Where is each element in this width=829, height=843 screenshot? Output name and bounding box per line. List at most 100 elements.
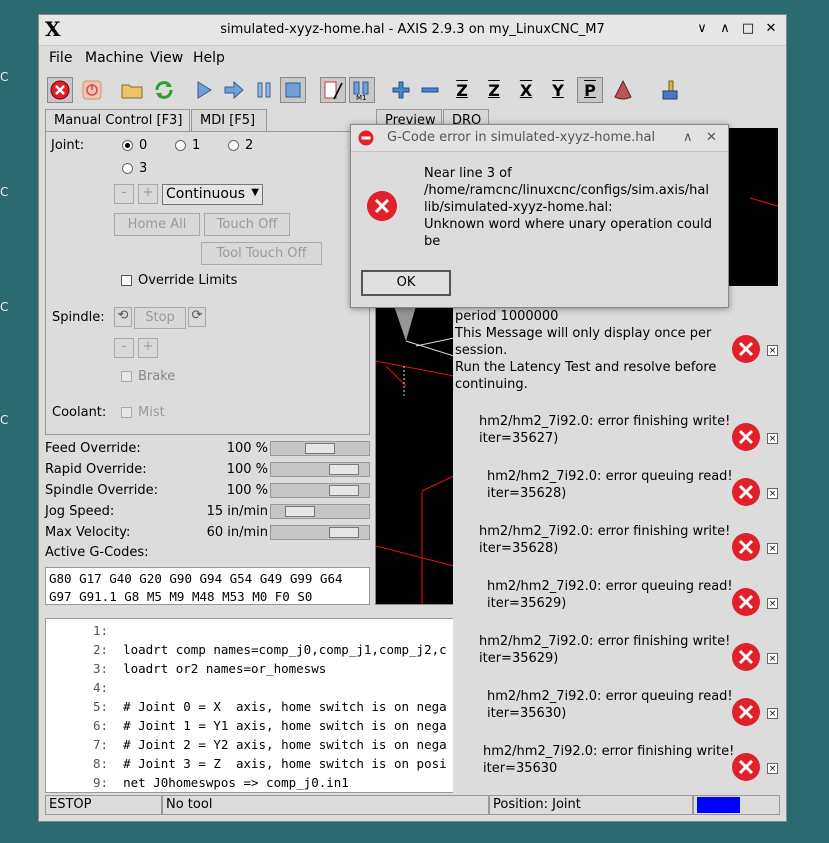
slider-knob[interactable] [329, 464, 359, 475]
feed-override-slider[interactable] [270, 441, 370, 456]
notice-close-button[interactable]: × [767, 763, 778, 774]
notice-close-button[interactable]: × [767, 345, 778, 356]
folder-icon [121, 84, 143, 99]
checkbox-icon [121, 275, 132, 286]
notice-close-button[interactable]: × [767, 433, 778, 444]
close-button[interactable]: ✕ [762, 21, 780, 36]
joint-radio-1[interactable]: 1 [175, 138, 200, 153]
error-icon [732, 588, 760, 616]
jog-mode-select[interactable]: Continuous ▼ [162, 184, 263, 205]
view-z-button[interactable]: Z [449, 77, 475, 103]
spindle-ccw-icon: ⟲ [117, 308, 129, 323]
jog-speed-slider[interactable] [270, 504, 370, 519]
menu-view[interactable]: View [150, 50, 183, 66]
ok-button[interactable]: OK [361, 270, 451, 296]
zoom-out-button[interactable] [417, 77, 443, 103]
zoom-in-button[interactable] [388, 77, 414, 103]
joint-radio-3[interactable]: 3 [122, 161, 147, 176]
menu-help[interactable]: Help [193, 50, 225, 66]
view-y-button[interactable]: Y [545, 77, 571, 103]
estop-status: ESTOP [45, 795, 162, 815]
slider-knob[interactable] [329, 485, 359, 496]
max-velocity-label: Max Velocity: [45, 525, 131, 540]
gcode-listing[interactable]: 1: 2: loadrt comp names=comp_j0,comp_j1,… [45, 618, 455, 793]
optional-stop-button[interactable]: M1 [349, 77, 375, 103]
view-z2-button[interactable]: Z [481, 77, 507, 103]
tool-touch-off-button[interactable]: Tool Touch Off [201, 242, 322, 265]
max-velocity-slider[interactable] [270, 525, 370, 540]
spindle-override-row: Spindle Override: 100 % [45, 481, 370, 501]
estop-toggle-button[interactable] [47, 77, 73, 103]
pause-button[interactable] [251, 77, 277, 103]
spindle-cw-button[interactable]: ⟳ [188, 307, 206, 327]
block-delete-button[interactable] [320, 77, 346, 103]
spindle-plus-button[interactable]: + [138, 338, 158, 358]
spindle-override-slider[interactable] [270, 483, 370, 498]
joint-radio-0[interactable]: 0 [122, 138, 147, 153]
menu-bar: File Machine View Help [39, 46, 786, 70]
rotate-view-button[interactable] [610, 77, 636, 103]
run-button[interactable] [191, 77, 217, 103]
spindle-ccw-button[interactable]: ⟲ [114, 307, 132, 327]
reload-button[interactable] [151, 77, 177, 103]
error-icon [732, 423, 760, 451]
play-icon [197, 81, 212, 99]
minimize-button[interactable]: ∨ [693, 21, 711, 36]
view-x-button[interactable]: X [513, 77, 539, 103]
cone-icon [614, 79, 632, 100]
notice-close-button[interactable]: × [767, 598, 778, 609]
dialog-message: Near line 3 of /home/ramcnc/linuxcnc/con… [424, 166, 712, 249]
status-indicator [697, 797, 740, 813]
preview-canvas[interactable] [375, 305, 455, 605]
power-toggle-button[interactable] [79, 77, 105, 103]
clear-backplot-button[interactable] [655, 77, 681, 103]
active-gcodes-line: G97 G91.1 G8 M5 M9 M48 M53 M0 F0 S0 [49, 589, 313, 604]
dialog-close-button[interactable]: ✕ [706, 130, 717, 145]
notice-close-button[interactable]: × [767, 708, 778, 719]
menu-file[interactable]: File [49, 50, 72, 66]
block-delete-icon [324, 81, 343, 100]
tab-manual-control[interactable]: Manual Control [F3] [45, 109, 190, 131]
jog-plus-button[interactable]: + [138, 184, 158, 204]
jog-speed-row: Jog Speed: 15 in/min [45, 502, 370, 522]
reload-icon [155, 81, 173, 99]
code-line: 6: # Joint 1 = Y1 axis, home switch is o… [92, 718, 447, 733]
joint-radio-2[interactable]: 2 [228, 138, 253, 153]
notice-close-button[interactable]: × [767, 543, 778, 554]
slider-knob[interactable] [285, 506, 315, 517]
desktop-label: C [0, 70, 9, 84]
slider-knob[interactable] [329, 527, 359, 538]
radio-icon [175, 140, 186, 151]
override-limits-checkbox[interactable]: Override Limits [121, 273, 237, 288]
spindle-stop-button[interactable]: Stop [134, 307, 186, 329]
coolant-label: Coolant: [52, 405, 107, 420]
desktop-label: C [0, 185, 9, 199]
stop-button[interactable] [280, 77, 306, 103]
brake-checkbox[interactable]: Brake [121, 369, 175, 384]
desktop-label: C [0, 413, 9, 427]
tab-mdi[interactable]: MDI [F5] [191, 109, 267, 131]
jog-minus-button[interactable]: - [114, 184, 134, 204]
notice-close-button[interactable]: × [767, 488, 778, 499]
code-line: 2: loadrt comp names=comp_j0,comp_j1,com… [92, 642, 447, 657]
toolbar: M1 Z Z X Y P [39, 72, 786, 106]
home-all-button[interactable]: Home All [114, 213, 200, 236]
error-notice: hm2/hm2_7i92.0: error finishing write! it… [483, 744, 735, 776]
touch-off-button[interactable]: Touch Off [204, 213, 290, 236]
notice-close-button[interactable]: × [767, 653, 778, 664]
dialog-minimize-button[interactable]: ∧ [683, 130, 693, 145]
restore-button[interactable]: □ [739, 21, 757, 36]
open-file-button[interactable] [119, 77, 145, 103]
spindle-cw-icon: ⟳ [191, 308, 203, 323]
slider-knob[interactable] [305, 443, 335, 454]
view-p-button[interactable]: P [577, 77, 603, 103]
rapid-override-slider[interactable] [270, 462, 370, 477]
stop-icon [285, 82, 301, 98]
code-line: 9: net J0homeswpos => comp_j0.in1 [92, 775, 349, 790]
error-icon [732, 478, 760, 506]
menu-machine[interactable]: Machine [85, 50, 144, 66]
maximize-button[interactable]: ∧ [716, 21, 734, 36]
spindle-minus-button[interactable]: - [114, 338, 134, 358]
mist-checkbox[interactable]: Mist [121, 405, 165, 420]
step-button[interactable] [221, 77, 247, 103]
